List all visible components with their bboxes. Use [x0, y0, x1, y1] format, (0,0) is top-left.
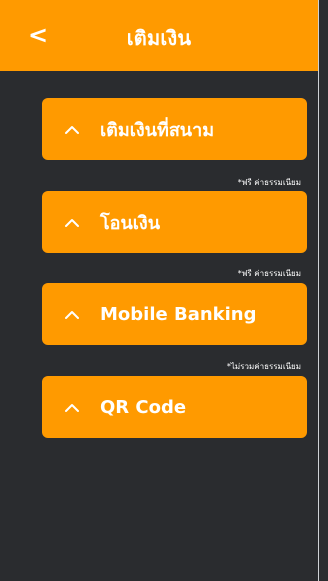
option-label: Mobile Banking	[100, 303, 257, 325]
fee-note: *ฟรี ค่าธรรมเนียม	[237, 269, 301, 278]
header-bar: < เติมเงิน	[0, 0, 318, 71]
chevron-up-icon	[64, 125, 80, 134]
option-topup-at-venue[interactable]: เติมเงินที่สนาม	[42, 98, 307, 160]
topup-options: เติมเงินที่สนาม *ฟรี ค่าธรรมเนียม โอนเงิ…	[0, 71, 319, 581]
option-label: โอนเงิน	[100, 212, 161, 234]
fee-note: *ฟรี ค่าธรรมเนียม	[237, 178, 301, 187]
option-label: เติมเงินที่สนาม	[100, 119, 215, 141]
chevron-up-icon	[64, 218, 80, 227]
fee-note: *ไม่รวมค่าธรรมเนียม	[226, 362, 301, 371]
option-qr-code[interactable]: QR Code	[42, 376, 307, 438]
page-title: เติมเงิน	[126, 26, 192, 50]
option-bank-transfer[interactable]: โอนเงิน	[42, 191, 307, 253]
app-frame: < เติมเงิน เติมเงินที่สนาม *ฟรี ค่าธรรมเ…	[0, 0, 319, 581]
option-label: QR Code	[100, 396, 187, 418]
chevron-up-icon	[64, 310, 80, 319]
option-mobile-banking[interactable]: Mobile Banking	[42, 283, 307, 345]
chevron-up-icon	[64, 403, 80, 412]
